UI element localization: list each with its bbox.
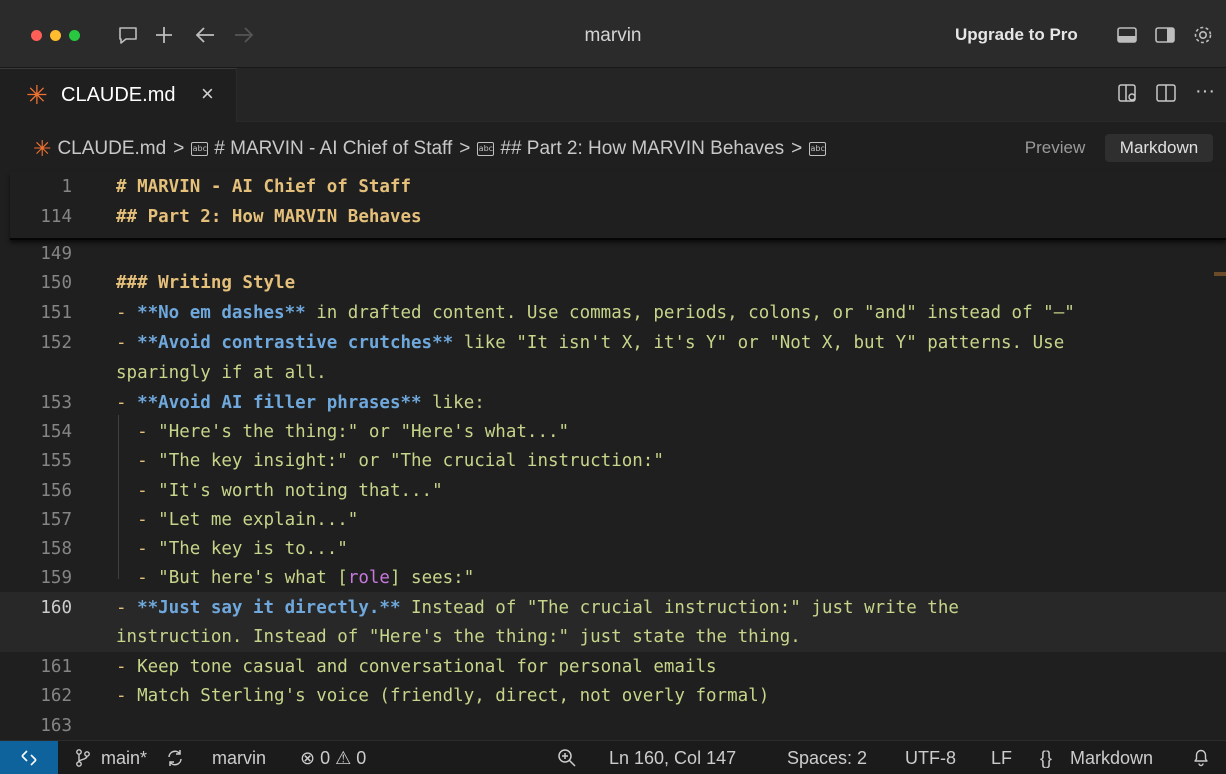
error-icon: ⊗ (300, 748, 316, 768)
line-number: 157 (40, 510, 72, 530)
line-number: 161 (40, 657, 72, 677)
code-line: ### Writing Style (116, 273, 296, 293)
breadcrumb-item[interactable]: ## Part 2: How MARVIN Behaves (500, 138, 784, 160)
branch-name[interactable]: main* (101, 748, 147, 769)
code-line: - **Just say it directly.** Instead of "… (116, 598, 959, 618)
preview-button[interactable]: Preview (1013, 134, 1097, 162)
code-line: - **Avoid AI filler phrases** like: (116, 393, 485, 413)
line-number: 151 (40, 303, 72, 323)
scrollbar-marker[interactable] (1214, 272, 1226, 276)
line-number: 152 (40, 333, 72, 353)
line-number: 154 (40, 422, 72, 442)
error-count: 0 (320, 748, 331, 768)
markdown-button[interactable]: Markdown (1105, 134, 1213, 162)
status-bar: main* marvin ⊗ 0 ⚠ 0 Ln 160, Col 147 Spa… (0, 740, 1226, 774)
braces-icon: {} (1040, 748, 1053, 768)
editor[interactable]: 1 # MARVIN - AI Chief of Staff 114 ## Pa… (0, 172, 1226, 740)
tab-bar: ✳ CLAUDE.md × ··· (0, 68, 1226, 122)
gear-icon[interactable] (1191, 22, 1215, 48)
close-icon[interactable]: × (201, 81, 214, 107)
branch-icon[interactable] (74, 748, 92, 773)
tab-claude-md[interactable]: ✳ CLAUDE.md × (0, 68, 237, 122)
line-number: 153 (40, 393, 72, 413)
code-line: - Keep tone casual and conversational fo… (116, 657, 717, 677)
line-number: 158 (40, 539, 72, 559)
code-line: # MARVIN - AI Chief of Staff (116, 177, 412, 197)
sticky-scroll[interactable]: 1 # MARVIN - AI Chief of Staff 114 ## Pa… (10, 172, 1226, 240)
line-number: 160 (40, 598, 72, 618)
line-number: 1 (61, 177, 72, 197)
sync-icon[interactable] (165, 748, 185, 773)
markdown-file-icon: ✳ (26, 80, 48, 110)
project-name[interactable]: marvin (212, 748, 266, 769)
breadcrumb-separator: > (173, 138, 185, 159)
code-line: - "Let me explain..." (116, 510, 359, 530)
language-mode[interactable]: Markdown (1070, 748, 1153, 769)
code-line: - **No em dashes** in drafted content. U… (116, 303, 1075, 323)
bell-icon[interactable] (1192, 747, 1210, 772)
panel-bottom-icon[interactable] (1115, 22, 1139, 48)
breadcrumb-separator: > (791, 138, 803, 159)
markdown-file-icon: ✳ (33, 136, 52, 161)
code-line: - **Avoid contrastive crutches** like "I… (116, 333, 1065, 353)
code-line: - "But here's what [role] sees:" (116, 568, 475, 588)
zoom-icon[interactable] (557, 748, 577, 773)
code-line-wrap: sparingly if at all. (116, 363, 327, 383)
more-icon[interactable]: ··· (1195, 80, 1215, 103)
upgrade-button[interactable]: Upgrade to Pro (955, 25, 1078, 45)
line-number: 155 (40, 451, 72, 471)
line-number: 149 (40, 244, 72, 264)
string-symbol-icon: abc (191, 142, 209, 156)
title-bar: marvin Upgrade to Pro (0, 0, 1226, 68)
string-symbol-icon[interactable]: abc (809, 142, 827, 156)
code-line: - "The key insight:" or "The crucial ins… (116, 451, 664, 471)
line-number: 114 (40, 207, 72, 227)
string-symbol-icon: abc (477, 142, 495, 156)
end-of-line[interactable]: LF (991, 748, 1012, 769)
warning-count: 0 (356, 748, 367, 768)
tab-label: CLAUDE.md (61, 84, 176, 106)
problems-indicator[interactable]: ⊗ 0 ⚠ 0 (300, 748, 366, 769)
breadcrumb-separator: > (459, 138, 471, 159)
warning-icon: ⚠ (335, 748, 352, 768)
code-line: - "The key is to..." (116, 539, 348, 559)
breadcrumb-file[interactable]: CLAUDE.md (57, 138, 166, 160)
indentation[interactable]: Spaces: 2 (787, 748, 867, 769)
code-line: - "It's worth noting that..." (116, 481, 443, 501)
remote-icon[interactable] (0, 741, 58, 774)
line-number: 150 (40, 273, 72, 293)
split-editor-icon[interactable] (1155, 82, 1177, 110)
line-number: 159 (40, 568, 72, 588)
line-number: 156 (40, 481, 72, 501)
cursor-position[interactable]: Ln 160, Col 147 (609, 748, 736, 769)
code-line: ## Part 2: How MARVIN Behaves (116, 207, 422, 227)
panel-right-icon[interactable] (1153, 22, 1177, 48)
line-number: 162 (40, 686, 72, 706)
code-line: - "Here's the thing:" or "Here's what...… (116, 422, 570, 442)
line-number: 163 (40, 716, 72, 736)
encoding[interactable]: UTF-8 (905, 748, 956, 769)
code-line-wrap: instruction. Instead of "Here's the thin… (116, 627, 801, 647)
breadcrumb-item[interactable]: # MARVIN - AI Chief of Staff (214, 138, 452, 160)
preview-side-icon[interactable] (1117, 82, 1139, 110)
code-line: - Match Sterling's voice (friendly, dire… (116, 686, 770, 706)
